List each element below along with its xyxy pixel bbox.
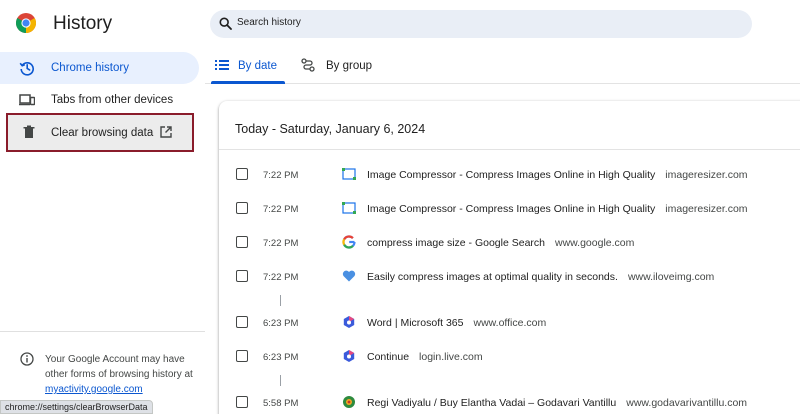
date-heading: Today - Saturday, January 6, 2024	[235, 122, 426, 136]
entry-title[interactable]: Image Compressor - Compress Images Onlin…	[367, 203, 655, 215]
row-checkbox[interactable]	[236, 202, 248, 214]
entry-link[interactable]: Image Compressor - Compress Images Onlin…	[367, 203, 748, 215]
visit-time: 7:22 PM	[263, 272, 299, 283]
imageresizer-favicon-icon	[342, 168, 356, 180]
entry-title[interactable]: Regi Vadiyalu / Buy Elantha Vadai – Goda…	[367, 397, 616, 409]
microsoft-favicon-icon	[343, 316, 355, 328]
tab-selected-indicator	[211, 81, 285, 84]
devices-icon	[19, 94, 35, 106]
search-icon	[219, 17, 232, 30]
google-favicon-icon	[342, 235, 356, 249]
search-placeholder: Search history	[237, 17, 301, 28]
entry-link[interactable]: Word | Microsoft 365 www.office.com	[367, 317, 546, 329]
status-bar-url: chrome://settings/clearBrowserData	[0, 400, 153, 414]
app-header: History Search history	[0, 0, 800, 50]
sidebar-item-tabs-from-other-devices[interactable]: Tabs from other devices	[0, 84, 199, 116]
page-title: History	[53, 13, 113, 34]
history-icon	[19, 62, 34, 76]
entry-domain: www.iloveimg.com	[627, 271, 715, 283]
visit-time: 7:22 PM	[263, 238, 299, 249]
history-row[interactable]: 7:22 PM Image Compressor - Compress Imag…	[219, 192, 800, 226]
sidebar-item-label: Chrome history	[51, 62, 129, 74]
entry-link[interactable]: Regi Vadiyalu / Buy Elantha Vadai – Goda…	[367, 397, 747, 409]
entry-domain: imageresizer.com	[665, 169, 748, 181]
history-row[interactable]: 5:58 PM Regi Vadiyalu / Buy Elantha Vada…	[219, 386, 800, 414]
info-icon	[20, 352, 34, 366]
entry-link[interactable]: Image Compressor - Compress Images Onlin…	[367, 169, 748, 181]
view-tabs: By date By group	[205, 50, 800, 84]
sidebar-item-chrome-history[interactable]: Chrome history	[0, 52, 199, 84]
row-checkbox[interactable]	[236, 236, 248, 248]
heading-divider	[219, 149, 800, 150]
microsoft-favicon-icon	[343, 350, 355, 362]
history-card: Today - Saturday, January 6, 2024 7:22 P…	[219, 101, 800, 414]
entry-domain: login.live.com	[419, 351, 483, 363]
visit-time: 7:22 PM	[263, 204, 299, 215]
list-icon	[215, 60, 229, 70]
entry-domain: imageresizer.com	[665, 203, 748, 215]
row-checkbox[interactable]	[236, 270, 248, 282]
history-row[interactable]: 7:22 PM Easily compress images at optima…	[219, 260, 800, 294]
open-in-new-icon	[160, 126, 172, 138]
group-icon	[301, 58, 315, 72]
time-gap-connector	[280, 375, 281, 386]
chrome-logo-icon	[16, 13, 36, 33]
visit-time: 6:23 PM	[263, 352, 299, 363]
sidebar: Chrome history Tabs from other devices C…	[0, 50, 205, 414]
trash-icon	[23, 125, 35, 138]
row-checkbox[interactable]	[236, 168, 248, 180]
row-checkbox[interactable]	[236, 396, 248, 408]
sidebar-divider	[0, 331, 205, 332]
entry-title[interactable]: compress image size - Google Search	[367, 237, 545, 249]
entry-title[interactable]: Continue	[367, 351, 409, 363]
entry-domain: www.google.com	[555, 237, 635, 249]
entry-title[interactable]: Word | Microsoft 365	[367, 317, 463, 329]
entry-domain: www.godavarivantillu.com	[626, 397, 748, 409]
entry-domain: www.office.com	[473, 317, 547, 329]
search-input[interactable]: Search history	[210, 10, 752, 38]
tab-label: By date	[238, 60, 277, 72]
entry-title[interactable]: Image Compressor - Compress Images Onlin…	[367, 169, 655, 181]
godavari-favicon-icon	[343, 396, 355, 408]
entry-link[interactable]: Continue login.live.com	[367, 351, 483, 363]
entry-link[interactable]: Easily compress images at optimal qualit…	[367, 271, 714, 283]
imageresizer-favicon-icon	[342, 202, 356, 214]
history-row[interactable]: 7:22 PM compress image size - Google Sea…	[219, 226, 800, 260]
history-row[interactable]: 6:23 PM Word | Microsoft 365 www.office.c…	[219, 306, 800, 340]
sidebar-item-clear-browsing-data[interactable]: Clear browsing data	[6, 113, 194, 152]
tab-by-date[interactable]: By date	[211, 50, 285, 84]
tab-by-group[interactable]: By group	[299, 50, 389, 83]
row-checkbox[interactable]	[236, 350, 248, 362]
account-history-text: Your Google Account may have other forms…	[45, 354, 193, 380]
visit-time: 6:23 PM	[263, 318, 299, 329]
iloveimg-favicon-icon	[342, 270, 356, 282]
tab-label: By group	[326, 60, 373, 72]
sidebar-item-label: Clear browsing data	[51, 127, 154, 139]
visit-time: 7:22 PM	[263, 170, 299, 181]
history-row[interactable]: 7:22 PM Image Compressor - Compress Imag…	[219, 158, 800, 192]
account-history-note: Your Google Account may have other forms…	[45, 352, 195, 397]
sidebar-item-label: Tabs from other devices	[51, 94, 174, 106]
entry-link[interactable]: compress image size - Google Search www.g…	[367, 237, 634, 249]
row-checkbox[interactable]	[236, 316, 248, 328]
history-row[interactable]: 6:23 PM Continue login.live.com	[219, 340, 800, 374]
visit-time: 5:58 PM	[263, 398, 299, 409]
time-gap-connector	[280, 295, 281, 306]
myactivity-link[interactable]: myactivity.google.com	[45, 384, 143, 395]
entry-title[interactable]: Easily compress images at optimal qualit…	[367, 271, 618, 283]
